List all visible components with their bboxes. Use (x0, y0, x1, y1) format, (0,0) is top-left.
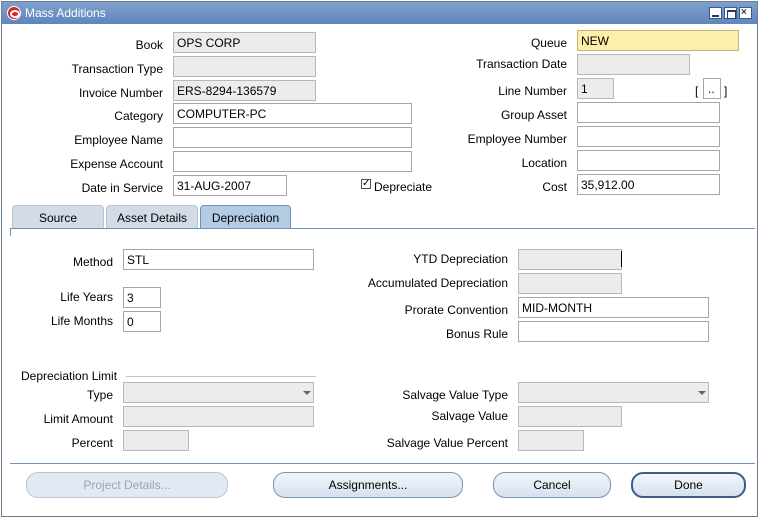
queue-label: Queue (530, 36, 567, 50)
prorate-convention-label: Prorate Convention (404, 303, 508, 317)
transaction-type-label: Transaction Type (71, 62, 163, 76)
cancel-label: Cancel (533, 478, 571, 492)
invoice-number-field[interactable]: ERS-8294-136579 (173, 80, 316, 101)
depreciation-limit-group-label: Depreciation Limit (21, 369, 118, 383)
title-bar[interactable]: Mass Additions × (2, 2, 757, 24)
tab-depreciation[interactable]: Depreciation (200, 205, 291, 229)
expense-account-label: Expense Account (70, 157, 163, 171)
bonus-rule-label: Bonus Rule (445, 327, 508, 341)
maximize-icon[interactable] (724, 7, 737, 19)
done-button[interactable]: Done (631, 472, 746, 498)
group-divider (126, 376, 316, 377)
life-months-field[interactable]: 0 (123, 311, 161, 332)
method-field[interactable]: STL (123, 249, 314, 270)
life-months-label: Life Months (50, 314, 113, 328)
employee-name-field[interactable] (173, 127, 412, 148)
bonus-rule-field[interactable] (518, 321, 709, 342)
limit-type-select[interactable] (123, 382, 314, 403)
group-asset-label: Group Asset (500, 108, 567, 122)
date-in-service-label: Date in Service (81, 181, 163, 195)
close-icon[interactable]: × (739, 7, 752, 19)
date-in-service-field[interactable]: 31-AUG-2007 (173, 175, 287, 196)
book-field[interactable]: OPS CORP (173, 32, 316, 53)
salvage-value-type-label: Salvage Value Type (402, 388, 508, 402)
tab-panel-edge (10, 228, 11, 236)
salvage-value-percent-label: Salvage Value Percent (386, 436, 508, 450)
employee-name-label: Employee Name (74, 133, 163, 147)
salvage-value-type-select[interactable] (518, 382, 709, 403)
ytd-depreciation-label: YTD Depreciation (413, 252, 508, 266)
employee-number-field[interactable] (577, 126, 720, 147)
salvage-value-percent-field[interactable] (518, 430, 584, 451)
location-field[interactable] (577, 150, 720, 171)
category-label: Category (114, 109, 163, 123)
ytd-depreciation-field[interactable] (518, 249, 622, 270)
button-bar-divider (10, 463, 755, 464)
transaction-date-label: Transaction Date (476, 57, 567, 71)
flexfield-button[interactable]: .. (703, 78, 721, 99)
line-number-label: Line Number (498, 84, 567, 98)
expense-account-field[interactable] (173, 151, 412, 172)
project-details-label: Project Details... (83, 478, 171, 492)
chevron-down-icon[interactable] (698, 391, 706, 395)
percent-field[interactable] (123, 430, 189, 451)
minimize-icon[interactable] (709, 7, 722, 19)
assignments-button[interactable]: Assignments... (273, 472, 463, 498)
limit-amount-field[interactable] (123, 406, 314, 427)
depreciate-label: Depreciate (374, 180, 433, 194)
transaction-date-field[interactable] (577, 54, 690, 75)
limit-amount-label: Limit Amount (43, 412, 113, 426)
window-title: Mass Additions (25, 6, 106, 20)
salvage-value-label: Salvage Value (431, 409, 509, 423)
project-details-button[interactable]: Project Details... (26, 472, 228, 498)
text-cursor (621, 251, 622, 267)
line-number-field[interactable]: 1 (577, 78, 614, 99)
invoice-number-label: Invoice Number (78, 86, 163, 100)
queue-field[interactable]: NEW (577, 30, 739, 51)
oracle-icon (7, 6, 21, 20)
prorate-convention-field[interactable]: MID-MONTH (518, 297, 709, 318)
tab-panel-border (10, 228, 755, 229)
book-label: Book (135, 38, 163, 52)
accumulated-depreciation-field[interactable] (518, 273, 622, 294)
done-label: Done (674, 478, 703, 492)
limit-type-label: Type (86, 388, 113, 402)
flex-open-bracket: [ (695, 84, 699, 98)
flex-close-bracket: ] (724, 84, 728, 98)
cancel-button[interactable]: Cancel (493, 472, 611, 498)
depreciate-checkbox[interactable]: ✓ (361, 179, 371, 189)
salvage-value-field[interactable] (518, 406, 622, 427)
group-asset-field[interactable] (577, 102, 720, 123)
tab-asset-details[interactable]: Asset Details (106, 205, 198, 228)
cost-label: Cost (542, 180, 567, 194)
percent-label: Percent (71, 436, 113, 450)
accumulated-depreciation-label: Accumulated Depreciation (367, 276, 508, 290)
assignments-label: Assignments... (328, 478, 408, 492)
location-label: Location (521, 156, 567, 170)
life-years-field[interactable]: 3 (123, 287, 161, 308)
employee-number-label: Employee Number (467, 132, 567, 146)
transaction-type-field[interactable] (173, 56, 316, 77)
mass-additions-window: Mass Additions × (1, 1, 758, 517)
life-years-label: Life Years (60, 290, 113, 304)
cost-field[interactable]: 35,912.00 (577, 174, 720, 195)
tab-source[interactable]: Source (12, 205, 104, 228)
method-label: Method (72, 255, 113, 269)
category-field[interactable]: COMPUTER-PC (173, 103, 412, 124)
chevron-down-icon[interactable] (303, 391, 311, 395)
